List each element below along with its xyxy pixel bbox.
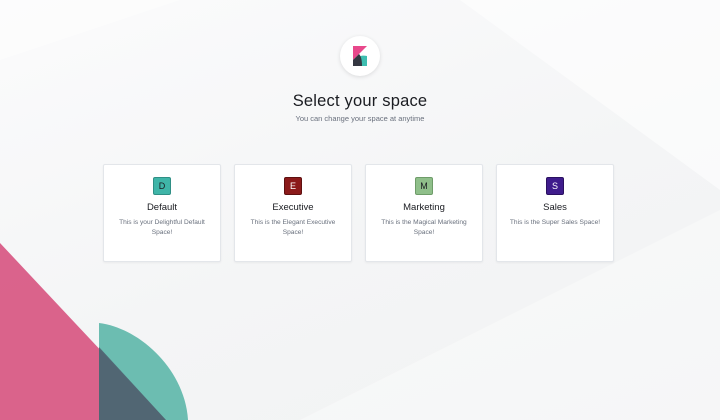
space-card-sales[interactable]: S Sales This is the Super Sales Space! [496, 164, 614, 262]
space-avatar: S [546, 177, 564, 195]
app-logo [340, 36, 380, 76]
space-avatar-initial: E [289, 181, 296, 191]
space-avatar-initial: D [158, 181, 166, 191]
decor-slate-overlap [99, 347, 166, 420]
space-name: Sales [543, 202, 567, 213]
space-selector-screen: Select your space You can change your sp… [0, 0, 720, 420]
space-description: This is the Magical Marketing Space! [381, 219, 467, 236]
space-name: Marketing [403, 202, 445, 213]
space-avatar: D [153, 177, 171, 195]
space-card-marketing[interactable]: M Marketing This is the Magical Marketin… [365, 164, 483, 262]
space-avatar-initial: M [420, 181, 428, 191]
space-avatar-initial: S [551, 181, 558, 191]
space-avatar: E [284, 177, 302, 195]
space-description: This is your Delightful Default Space! [119, 219, 205, 236]
space-description: This is the Elegant Executive Space! [250, 219, 336, 236]
space-card-executive[interactable]: E Executive This is the Elegant Executiv… [234, 164, 352, 262]
space-card-default[interactable]: D Default This is your Delightful Defaul… [103, 164, 221, 262]
space-name: Default [146, 202, 178, 213]
kibana-logo-icon [353, 46, 367, 66]
space-avatar: M [415, 177, 433, 195]
page-title: Select your space [292, 92, 428, 110]
decor-pink-triangle [0, 243, 166, 420]
space-card-list: D Default This is your Delightful Defaul… [103, 164, 614, 262]
space-name: Executive [272, 202, 314, 213]
page-subtitle: You can change your space at anytime [295, 114, 425, 123]
decor-teal-shape [99, 323, 188, 420]
space-description: This is the Super Sales Space! [509, 219, 601, 226]
